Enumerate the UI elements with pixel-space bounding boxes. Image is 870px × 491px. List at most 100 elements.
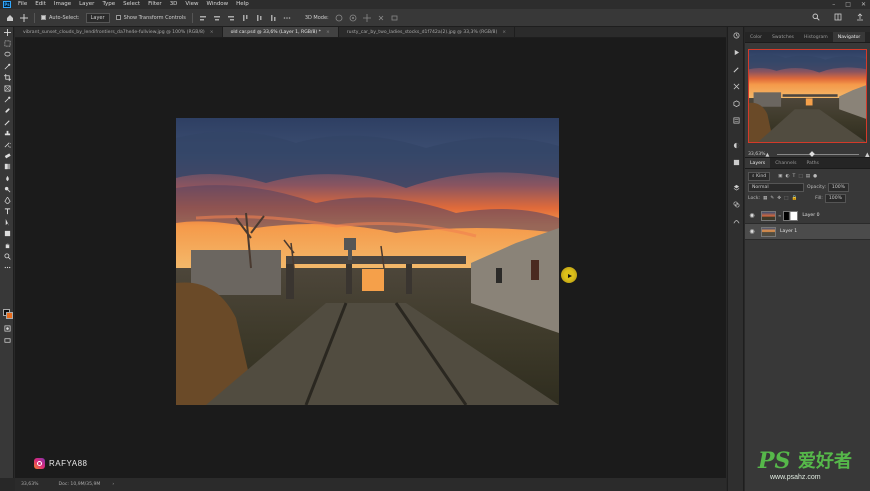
filter-type-icon[interactable]: T xyxy=(793,174,796,179)
transform-controls-option[interactable]: Show Transform Controls xyxy=(115,15,186,21)
document-tab[interactable]: vibrant_sunset_clouds_by_lendifrontiers_… xyxy=(15,27,223,37)
tab-layers[interactable]: Layers xyxy=(745,158,771,168)
align-middle-icon[interactable] xyxy=(255,14,263,22)
zoom-tool-icon[interactable] xyxy=(0,251,14,262)
gradient-tool-icon[interactable] xyxy=(0,161,14,172)
pen-tool-icon[interactable] xyxy=(0,195,14,206)
layer-name[interactable]: Layer 1 xyxy=(780,229,797,234)
adjustments-icon[interactable] xyxy=(728,137,745,154)
eraser-tool-icon[interactable] xyxy=(0,150,14,161)
layer-mask-thumbnail[interactable] xyxy=(783,210,799,221)
3d-scale-icon[interactable] xyxy=(391,14,399,22)
menu-edit[interactable]: Edit xyxy=(31,0,50,9)
filter-toggle-icon[interactable]: ● xyxy=(813,174,817,179)
home-icon[interactable] xyxy=(6,14,14,22)
tab-paths[interactable]: Paths xyxy=(801,158,824,168)
visibility-eye-icon[interactable]: ◉ xyxy=(747,228,757,235)
align-center-icon[interactable] xyxy=(213,14,221,22)
lock-all-icon[interactable]: 🔒 xyxy=(791,196,797,201)
move-tool-icon[interactable] xyxy=(20,13,28,22)
filter-adjustment-icon[interactable]: ◐ xyxy=(786,174,790,179)
channels-icon[interactable] xyxy=(728,196,745,213)
photoshop-logo-icon[interactable]: Ps xyxy=(0,0,14,9)
paths-icon[interactable] xyxy=(728,213,745,230)
lock-artboard-icon[interactable]: ⬚ xyxy=(784,196,788,201)
3d-roll-icon[interactable] xyxy=(349,14,357,22)
hand-tool-icon[interactable] xyxy=(0,240,14,251)
kind-filter-dropdown[interactable]: ⌕ Kind xyxy=(748,172,771,181)
tab-histogram[interactable]: Histogram xyxy=(799,32,833,42)
layer-name[interactable]: Layer 0 xyxy=(802,213,819,218)
tab-navigator[interactable]: Navigator xyxy=(832,32,866,42)
layer-row-selected[interactable]: ◉ Layer 1 xyxy=(745,224,870,240)
close-tab-icon[interactable]: × xyxy=(502,27,506,38)
color-swatches[interactable] xyxy=(3,309,13,319)
filter-shape-icon[interactable]: ⬚ xyxy=(798,174,802,179)
zoom-slider-knob[interactable] xyxy=(809,151,815,157)
align-top-icon[interactable] xyxy=(241,14,249,22)
minimize-icon[interactable]: – xyxy=(832,0,835,9)
navigator-preview[interactable] xyxy=(748,49,867,143)
status-doc-size[interactable]: Doc: 10,9M/35,9M xyxy=(59,482,101,487)
auto-select-checkbox[interactable] xyxy=(41,15,46,20)
navigator-zoom-slider[interactable] xyxy=(777,151,859,157)
document-tab-active[interactable]: old car.psd @ 33,6% (Layer 1, RGB/8) * × xyxy=(222,27,339,38)
menu-view[interactable]: View xyxy=(181,0,202,9)
align-bottom-icon[interactable] xyxy=(269,14,277,22)
history-icon[interactable] xyxy=(728,27,745,44)
transform-controls-checkbox[interactable] xyxy=(115,15,121,20)
menu-type[interactable]: Type xyxy=(98,0,119,9)
fill-field[interactable]: 100% xyxy=(824,194,846,203)
visibility-eye-icon[interactable]: ◉ xyxy=(747,212,757,219)
properties-icon[interactable] xyxy=(728,112,745,129)
share-icon[interactable] xyxy=(856,13,864,21)
dodge-tool-icon[interactable] xyxy=(0,184,14,195)
search-icon[interactable] xyxy=(812,13,820,21)
menu-3d[interactable]: 3D xyxy=(166,0,182,9)
tab-channels[interactable]: Channels xyxy=(770,158,801,168)
healing-brush-tool-icon[interactable] xyxy=(0,105,14,116)
3d-cube-icon[interactable] xyxy=(728,95,745,112)
move-tool-icon[interactable] xyxy=(0,27,14,38)
menu-select[interactable]: Select xyxy=(119,0,144,9)
screen-mode-icon[interactable] xyxy=(0,335,14,346)
lock-image-icon[interactable]: ✎ xyxy=(770,196,774,201)
canvas-workspace[interactable] xyxy=(15,38,726,478)
3d-orbit-icon[interactable] xyxy=(335,14,343,22)
tab-swatches[interactable]: Swatches xyxy=(767,32,799,42)
tab-color[interactable]: Color xyxy=(745,32,767,42)
status-menu-chevron-icon[interactable]: › xyxy=(112,482,114,487)
menu-filter[interactable]: Filter xyxy=(144,0,166,9)
layers-icon[interactable] xyxy=(728,179,745,196)
menu-layer[interactable]: Layer xyxy=(75,0,98,9)
more-tools-icon[interactable] xyxy=(0,262,14,273)
status-zoom[interactable]: 33,63% xyxy=(21,482,39,487)
brush-tool-icon[interactable] xyxy=(0,117,14,128)
workspace-icon[interactable] xyxy=(834,13,842,21)
styles-icon[interactable] xyxy=(728,154,745,171)
lock-transparent-icon[interactable]: ▦ xyxy=(763,196,767,201)
eyedropper-tool-icon[interactable] xyxy=(0,94,14,105)
close-tab-icon[interactable]: × xyxy=(210,27,214,38)
menu-file[interactable]: File xyxy=(14,0,31,9)
3d-pan-icon[interactable] xyxy=(362,13,371,22)
shape-tool-icon[interactable] xyxy=(0,228,14,239)
background-color-swatch[interactable] xyxy=(6,312,13,319)
align-left-icon[interactable] xyxy=(199,14,207,22)
close-icon[interactable]: ✕ xyxy=(861,0,866,9)
filter-smart-object-icon[interactable]: ▤ xyxy=(806,174,810,179)
auto-select-option[interactable]: Auto-Select: xyxy=(41,15,80,21)
more-options-icon[interactable] xyxy=(283,14,291,22)
quick-selection-tool-icon[interactable] xyxy=(0,61,14,72)
3d-slide-icon[interactable] xyxy=(377,14,385,22)
path-selection-tool-icon[interactable] xyxy=(0,217,14,228)
align-right-icon[interactable] xyxy=(227,14,235,22)
lock-position-icon[interactable]: ✥ xyxy=(777,196,781,201)
crop-tool-icon[interactable] xyxy=(0,72,14,83)
type-tool-icon[interactable] xyxy=(0,206,14,217)
clone-stamp-tool-icon[interactable] xyxy=(0,128,14,139)
filter-pixel-icon[interactable]: ▣ xyxy=(778,174,782,179)
layer-row[interactable]: ◉ ∞ Layer 0 xyxy=(745,208,870,224)
close-tab-icon[interactable]: × xyxy=(326,27,330,38)
document-canvas-image[interactable] xyxy=(176,118,559,405)
